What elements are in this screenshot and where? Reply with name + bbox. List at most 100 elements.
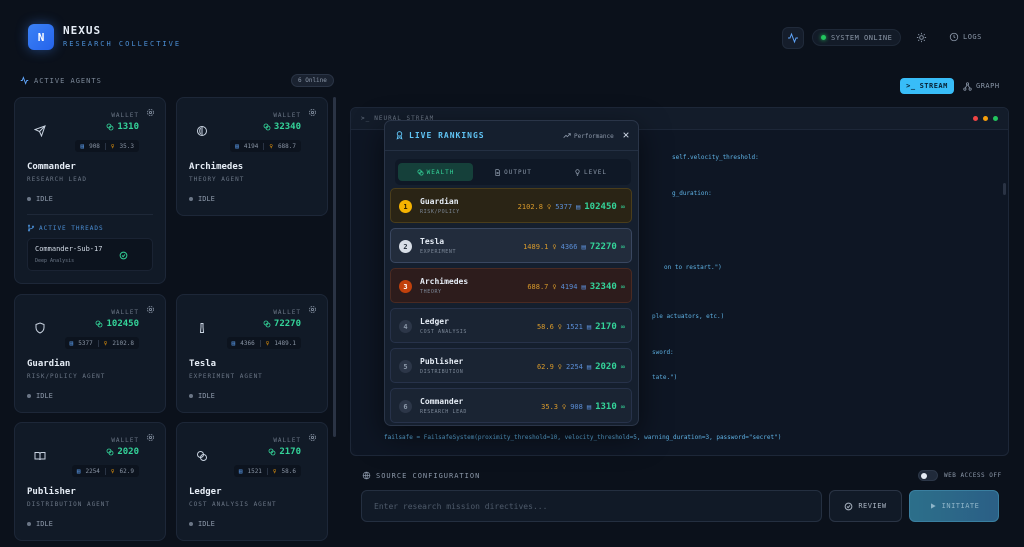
review-button[interactable]: REVIEW: [829, 490, 902, 522]
app-logo: N: [28, 24, 54, 50]
code-line: tate."): [652, 374, 678, 381]
coins-icon: ∞: [620, 243, 625, 251]
agent-role: RISK/POLICY AGENT: [27, 373, 106, 380]
agent-status: IDLE: [27, 392, 53, 400]
logs-label: LOGS: [963, 33, 982, 41]
stream-view-button[interactable]: >_ STREAM: [900, 78, 954, 94]
window-controls: [973, 116, 998, 121]
tab-level[interactable]: LEVEL: [553, 163, 628, 181]
wallet-label: WALLET: [111, 437, 139, 444]
agent-card-archimedes[interactable]: WALLET 32340 ▤ 4194 ♀ 688.7 Archimedes THEO…: [176, 97, 328, 216]
gear-icon[interactable]: [146, 433, 155, 442]
mission-input[interactable]: [361, 490, 822, 522]
doc-icon: ▤: [235, 142, 239, 150]
tab-output[interactable]: OUTPUT: [475, 163, 551, 181]
active-agents-label: ACTIVE AGENTS: [34, 76, 102, 85]
document-icon: [495, 168, 501, 176]
wallet-label: WALLET: [273, 112, 301, 119]
coins-icon: [106, 123, 114, 131]
coins-icon: [191, 445, 213, 467]
gear-icon[interactable]: [146, 108, 155, 117]
sun-icon: [916, 32, 926, 42]
thread-item[interactable]: Commander-Sub-17 Deep Analysis: [27, 238, 153, 271]
agent-card-commander[interactable]: WALLET 1310 ▤ 908 ♀ 35.3 Commander RESEARCH…: [14, 97, 166, 284]
initiate-button[interactable]: INITIATE: [909, 490, 999, 522]
agent-name: Commander: [27, 162, 76, 172]
agent-card-guardian[interactable]: WALLET 102450 ▤ 5377 ♀ 2102.8 Guardian RISK…: [14, 294, 166, 413]
trending-up-icon: [563, 133, 571, 138]
bulb-icon: ♀: [272, 467, 277, 475]
rank-role: EXPERIMENT: [420, 249, 457, 255]
wallet-label: WALLET: [111, 112, 139, 119]
close-button[interactable]: [621, 130, 631, 140]
agent-card-tesla[interactable]: WALLET 72270 ▤ 4366 ♀ 1489.1 Tesla EXPERIME…: [176, 294, 328, 413]
stat-chips: ▤ 4366 ♀ 1489.1: [226, 337, 301, 349]
gear-icon[interactable]: [308, 305, 317, 314]
gear-icon[interactable]: [308, 433, 317, 442]
agent-status: IDLE: [27, 195, 53, 203]
agent-name: Publisher: [27, 487, 76, 497]
award-icon: [396, 131, 403, 140]
graph-view-button[interactable]: GRAPH: [963, 78, 1000, 94]
agent-card-ledger[interactable]: WALLET 2170 ▤ 1521 ♀ 58.6 Ledger COST ANALY…: [176, 422, 328, 541]
theme-toggle-button[interactable]: [913, 29, 929, 45]
rank-stats: 1489.1 ♀ 4366 ▤ 72270 ∞: [523, 242, 625, 252]
activity-button[interactable]: [782, 27, 804, 49]
doc-icon: ▤: [581, 243, 586, 251]
code-line: g_duration:: [672, 190, 712, 197]
ranking-row[interactable]: 6 Commander RESEARCH LEAD 35.3 ♀ 908 ▤ 131…: [390, 388, 632, 423]
agent-role: RESEARCH LEAD: [27, 176, 87, 183]
agent-role: COST ANALYSIS AGENT: [189, 501, 277, 508]
rank-stats: 35.3 ♀ 908 ▤ 1310 ∞: [541, 402, 625, 412]
gear-icon[interactable]: [308, 108, 317, 117]
doc-icon: ▤: [586, 323, 592, 331]
bulb-icon: ♀: [562, 403, 567, 411]
atom-icon: [191, 120, 213, 142]
ranking-row[interactable]: 4 Ledger COST ANALYSIS 58.6 ♀ 1521 ▤ 2170 ∞: [390, 308, 632, 343]
bulb-icon: ♀: [552, 283, 557, 291]
coins-icon: ∞: [620, 283, 625, 291]
doc-icon: ▤: [586, 363, 592, 371]
tab-wealth[interactable]: WEALTH: [398, 163, 473, 181]
ranking-row[interactable]: 3 Archimedes THEORY 688.7 ♀ 4194 ▤ 32340 ∞: [390, 268, 632, 303]
wallet-value: 2170: [268, 447, 301, 457]
graph-icon: [963, 81, 972, 91]
ranking-row[interactable]: 2 Tesla EXPERIMENT 1489.1 ♀ 4366 ▤ 72270 ∞: [390, 228, 632, 263]
maximize-dot: [993, 116, 998, 121]
logs-button[interactable]: LOGS: [949, 29, 982, 45]
rank-role: COST ANALYSIS: [420, 329, 467, 335]
web-access-toggle[interactable]: [918, 470, 938, 481]
web-access-label: WEB ACCESS OFF: [944, 472, 1002, 479]
stream-scrollbar[interactable]: [1003, 183, 1006, 195]
thread-subtitle: Deep Analysis: [35, 258, 75, 264]
coins-icon: ∞: [620, 403, 625, 411]
check-circle-icon: [119, 251, 128, 260]
agent-card-publisher[interactable]: WALLET 2020 ▤ 2254 ♀ 62.9 Publisher DISTRIB…: [14, 422, 166, 541]
agent-status: IDLE: [189, 392, 215, 400]
clock-icon: [949, 32, 959, 42]
rank-badge: 6: [399, 400, 412, 413]
source-configuration-heading: SOURCE CONFIGURATION: [362, 471, 480, 480]
wallet-label: WALLET: [273, 437, 301, 444]
bulb-icon: ♀: [265, 339, 270, 347]
coins-icon: ∞: [620, 323, 625, 331]
performance-label: Performance: [563, 132, 614, 140]
bulb-icon: ♀: [557, 363, 563, 371]
ranking-row[interactable]: 5 Publisher DISTRIBUTION 62.9 ♀ 2254 ▤ 202…: [390, 348, 632, 383]
rankings-tabs: WEALTH OUTPUT LEVEL: [395, 159, 631, 185]
divider: [27, 214, 153, 215]
agent-role: DISTRIBUTION AGENT: [27, 501, 111, 508]
rank-badge: 1: [399, 200, 412, 213]
rank-name: Ledger: [420, 317, 449, 326]
globe-icon: [362, 471, 371, 480]
status-dot: [821, 35, 826, 40]
agents-scrollbar[interactable]: [333, 97, 336, 437]
doc-icon: ▤: [80, 142, 85, 150]
ranking-row[interactable]: 1 Guardian RISK/POLICY 2102.8 ♀ 5377 ▤ 102…: [390, 188, 632, 223]
wallet-value: 32340: [263, 122, 301, 132]
rank-badge: 2: [399, 240, 412, 253]
rank-name: Tesla: [420, 237, 445, 246]
gear-icon[interactable]: [146, 305, 155, 314]
rank-stats: 688.7 ♀ 4194 ▤ 32340 ∞: [527, 282, 625, 292]
active-threads-heading: ACTIVE THREADS: [27, 224, 104, 232]
